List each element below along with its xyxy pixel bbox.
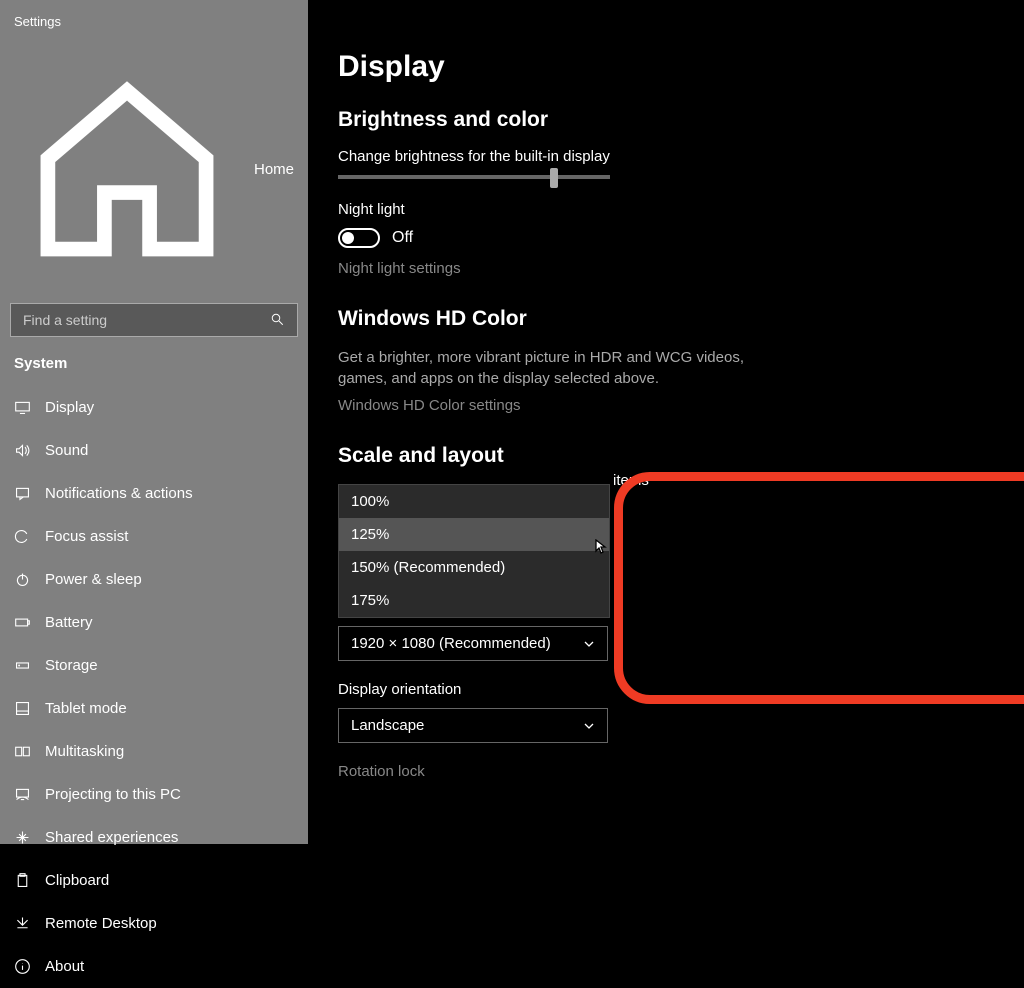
- home-icon: [14, 57, 240, 283]
- hd-color-desc: Get a brighter, more vibrant picture in …: [338, 347, 768, 389]
- clipboard-icon: [14, 872, 31, 889]
- sidebar-item-about[interactable]: About: [0, 945, 308, 988]
- sidebar-item-shared-experiences[interactable]: Shared experiences: [0, 816, 308, 859]
- battery-icon: [14, 614, 31, 631]
- brightness-label: Change brightness for the built-in displ…: [338, 148, 994, 165]
- page-title: Display: [338, 50, 994, 84]
- slider-thumb[interactable]: [550, 168, 558, 188]
- sidebar-item-battery[interactable]: Battery: [0, 601, 308, 644]
- orientation-value: Landscape: [351, 717, 424, 734]
- hd-color-settings-link[interactable]: Windows HD Color settings: [338, 397, 994, 414]
- nav-label: About: [45, 958, 84, 975]
- scale-dropdown-list[interactable]: 100% 125% 150% (Recommended) 175%: [338, 484, 610, 618]
- nav-label: Storage: [45, 657, 98, 674]
- focus-assist-icon: [14, 528, 31, 545]
- sidebar-item-power[interactable]: Power & sleep: [0, 558, 308, 601]
- home-label: Home: [254, 161, 294, 178]
- nav-label: Display: [45, 399, 94, 416]
- sidebar-item-focus-assist[interactable]: Focus assist: [0, 515, 308, 558]
- scale-option-100[interactable]: 100%: [339, 485, 609, 518]
- scale-heading: Scale and layout: [338, 444, 994, 468]
- nav-label: Battery: [45, 614, 93, 631]
- nav-label: Focus assist: [45, 528, 128, 545]
- sidebar-item-storage[interactable]: Storage: [0, 644, 308, 687]
- night-light-toggle-row: Off: [338, 228, 994, 248]
- nav-label: Notifications & actions: [45, 485, 193, 502]
- chevron-down-icon: [583, 720, 595, 732]
- scale-layout-section: Scale and layout items 100% 125% 150% (R…: [338, 444, 994, 780]
- sidebar-item-multitasking[interactable]: Multitasking: [0, 730, 308, 773]
- storage-icon: [14, 657, 31, 674]
- nav-label: Shared experiences: [45, 829, 178, 846]
- nav-label: Remote Desktop: [45, 915, 157, 932]
- rotation-lock-label: Rotation lock: [338, 763, 994, 780]
- sidebar-item-projecting[interactable]: Projecting to this PC: [0, 773, 308, 816]
- info-icon: [14, 958, 31, 975]
- brightness-section: Brightness and color Change brightness f…: [338, 108, 994, 277]
- brightness-heading: Brightness and color: [338, 108, 994, 132]
- nav-label: Clipboard: [45, 872, 109, 889]
- scale-option-125[interactable]: 125%: [339, 518, 609, 551]
- sidebar-item-tablet-mode[interactable]: Tablet mode: [0, 687, 308, 730]
- app-title: Settings: [0, 14, 308, 47]
- resolution-dropdown[interactable]: 1920 × 1080 (Recommended): [338, 626, 608, 661]
- shared-icon: [14, 829, 31, 846]
- nav-label: Sound: [45, 442, 88, 459]
- nav-label: Multitasking: [45, 743, 124, 760]
- tablet-icon: [14, 700, 31, 717]
- orientation-label: Display orientation: [338, 681, 994, 698]
- night-light-settings-link[interactable]: Night light settings: [338, 260, 994, 277]
- resolution-value: 1920 × 1080 (Recommended): [351, 635, 551, 652]
- scale-option-150[interactable]: 150% (Recommended): [339, 551, 609, 584]
- power-icon: [14, 571, 31, 588]
- multitasking-icon: [14, 743, 31, 760]
- night-light-label: Night light: [338, 201, 994, 218]
- sidebar-item-remote-desktop[interactable]: Remote Desktop: [0, 902, 308, 945]
- chevron-down-icon: [583, 638, 595, 650]
- display-icon: [14, 399, 31, 416]
- sidebar-item-display[interactable]: Display: [0, 386, 308, 429]
- sidebar-item-clipboard[interactable]: Clipboard: [0, 859, 308, 902]
- search-input[interactable]: [23, 312, 270, 328]
- main-content: Display Brightness and color Change brig…: [308, 0, 1024, 844]
- sidebar: Settings Home System Display Sound Notif…: [0, 0, 308, 844]
- hd-color-section: Windows HD Color Get a brighter, more vi…: [338, 307, 994, 414]
- sidebar-item-sound[interactable]: Sound: [0, 429, 308, 472]
- sidebar-item-notifications[interactable]: Notifications & actions: [0, 472, 308, 515]
- notifications-icon: [14, 485, 31, 502]
- hd-color-heading: Windows HD Color: [338, 307, 994, 331]
- night-light-toggle[interactable]: [338, 228, 380, 248]
- remote-desktop-icon: [14, 915, 31, 932]
- orientation-dropdown[interactable]: Landscape: [338, 708, 608, 743]
- projecting-icon: [14, 786, 31, 803]
- search-icon: [270, 312, 285, 327]
- brightness-slider[interactable]: [338, 175, 610, 179]
- sound-icon: [14, 442, 31, 459]
- search-box[interactable]: [10, 303, 298, 337]
- scale-option-175[interactable]: 175%: [339, 584, 609, 617]
- category-label: System: [0, 355, 308, 386]
- nav-label: Projecting to this PC: [45, 786, 181, 803]
- nav-label: Tablet mode: [45, 700, 127, 717]
- home-nav[interactable]: Home: [0, 47, 308, 303]
- scale-dropdown-wrapper: 100% 125% 150% (Recommended) 175%: [338, 484, 994, 624]
- nav-label: Power & sleep: [45, 571, 142, 588]
- toggle-knob: [342, 232, 354, 244]
- night-light-state: Off: [392, 229, 413, 247]
